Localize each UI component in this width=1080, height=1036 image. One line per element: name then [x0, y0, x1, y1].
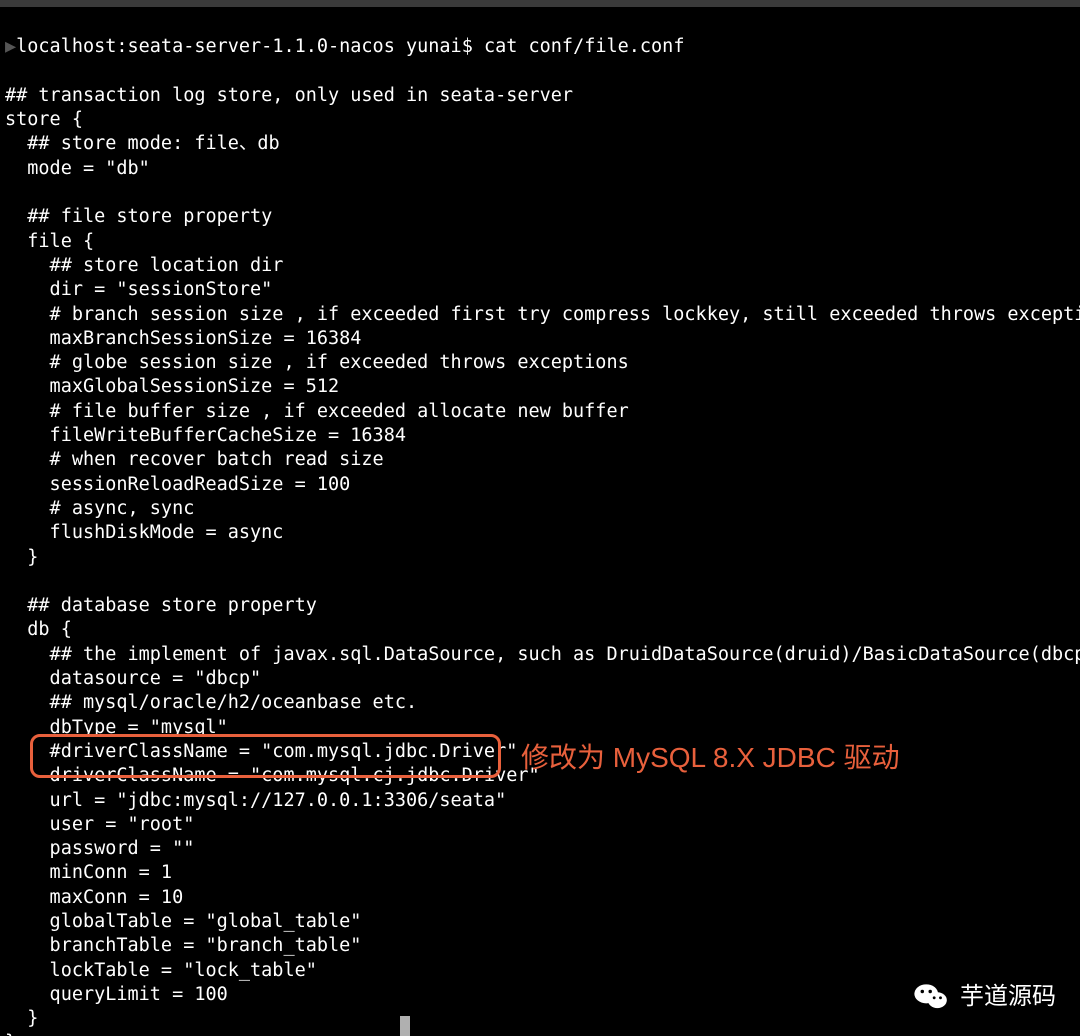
cfg-line: #driverClassName = "com.mysql.jdbc.Drive… [5, 741, 517, 762]
cfg-line: password = "" [5, 838, 194, 859]
cfg-line: mode = "db" [5, 158, 150, 179]
cfg-line: flushDiskMode = async [5, 522, 283, 543]
cfg-comment: # globe session size , if exceeded throw… [5, 352, 629, 373]
cfg-line: maxConn = 10 [5, 887, 183, 908]
cfg-line: url = "jdbc:mysql://127.0.0.1:3306/seata… [5, 790, 506, 811]
cfg-comment: # file buffer size , if exceeded allocat… [5, 401, 629, 422]
cfg-line: fileWriteBufferCacheSize = 16384 [5, 425, 406, 446]
cfg-line: db { [5, 619, 72, 640]
cfg-comment: ## store location dir [5, 255, 283, 276]
cfg-line: dbType = "mysql" [5, 717, 228, 738]
cfg-comment: ## store mode: file、db [5, 133, 280, 154]
cfg-line: file { [5, 231, 94, 252]
prompt-user: yunai [406, 36, 462, 57]
terminal-cursor [400, 1016, 410, 1036]
cfg-comment: # when recover batch read size [5, 449, 384, 470]
cfg-line: sessionReloadReadSize = 100 [5, 474, 350, 495]
cfg-line: dir = "sessionStore" [5, 279, 272, 300]
cfg-line: user = "root" [5, 814, 194, 835]
terminal-content: ▶localhost:seata-server-1.1.0-nacos yuna… [0, 31, 1080, 1036]
cfg-line: datasource = "dbcp" [5, 668, 261, 689]
cfg-comment: # async, sync [5, 498, 194, 519]
cfg-line-driver: driverClassName = "com.mysql.cj.jdbc.Dri… [5, 765, 540, 786]
cfg-line: queryLimit = 100 [5, 984, 228, 1005]
cfg-line: } [5, 1008, 38, 1029]
prompt-host: localhost:seata-server-1.1.0-nacos [16, 36, 395, 57]
prompt-arrow-icon: ▶ [5, 36, 16, 57]
cfg-line: store { [5, 109, 83, 130]
cfg-line: globalTable = "global_table" [5, 911, 361, 932]
cfg-line: minConn = 1 [5, 862, 172, 883]
cfg-comment: ## database store property [5, 595, 317, 616]
cfg-line: } [5, 547, 38, 568]
cfg-comment: ## file store property [5, 206, 272, 227]
cfg-line: maxBranchSessionSize = 16384 [5, 328, 361, 349]
cfg-line: maxGlobalSessionSize = 512 [5, 376, 339, 397]
cfg-comment: ## transaction log store, only used in s… [5, 85, 573, 106]
cfg-line: } [5, 1032, 16, 1036]
terminal[interactable]: ▶localhost:seata-server-1.1.0-nacos yuna… [0, 7, 1080, 1036]
window-titlebar [0, 0, 1080, 7]
cfg-comment: ## mysql/oracle/h2/oceanbase etc. [5, 692, 417, 713]
cfg-comment: ## the implement of javax.sql.DataSource… [5, 644, 1080, 665]
cfg-line: lockTable = "lock_table" [5, 960, 317, 981]
cfg-line: branchTable = "branch_table" [5, 935, 361, 956]
command-text: cat conf/file.conf [484, 36, 684, 57]
cfg-comment: # branch session size , if exceeded firs… [5, 304, 1080, 325]
